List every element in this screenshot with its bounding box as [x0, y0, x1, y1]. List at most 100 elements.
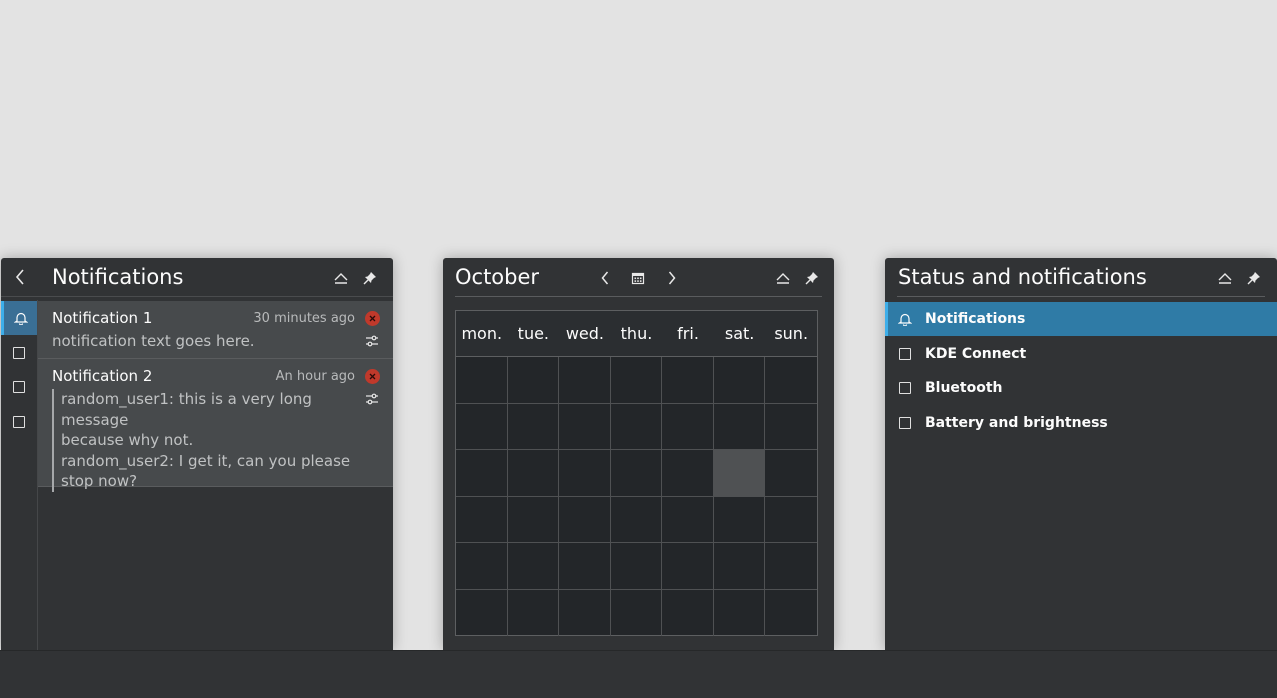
day-cell[interactable]: [662, 403, 714, 450]
day-cell[interactable]: [456, 403, 508, 450]
day-cell[interactable]: [507, 357, 560, 404]
collapse-button[interactable]: [330, 267, 352, 289]
day-cell[interactable]: [765, 357, 817, 404]
back-button[interactable]: [9, 266, 31, 288]
status-item-bluetooth[interactable]: Bluetooth: [885, 371, 1277, 405]
day-cell[interactable]: [713, 450, 766, 497]
day-cell[interactable]: [662, 589, 714, 636]
message-line: random_user2: I get it, can you please: [61, 451, 351, 470]
status-item-kde-connect[interactable]: KDE Connect: [885, 337, 1277, 371]
day-cell[interactable]: [559, 496, 611, 543]
status-item-battery[interactable]: Battery and brightness: [885, 406, 1277, 440]
day-cell[interactable]: [456, 543, 508, 590]
pin-button[interactable]: [801, 267, 823, 289]
day-cell[interactable]: [610, 403, 663, 450]
day-cell[interactable]: [713, 543, 766, 590]
pin-button[interactable]: [359, 267, 381, 289]
day-cell[interactable]: [507, 450, 560, 497]
sidebar-item-2[interactable]: [1, 336, 37, 370]
day-cell[interactable]: [559, 589, 611, 636]
day-cell[interactable]: [507, 543, 560, 590]
bell-icon: [898, 312, 912, 326]
pin-button[interactable]: [1243, 267, 1265, 289]
day-cell[interactable]: [662, 496, 714, 543]
pin-icon: [805, 272, 818, 285]
dismiss-button[interactable]: [365, 311, 380, 326]
day-cell[interactable]: [765, 543, 817, 590]
weekday-label: fri.: [677, 324, 699, 343]
day-cell[interactable]: [662, 450, 714, 497]
day-cell[interactable]: [713, 403, 766, 450]
checkbox-icon: [13, 381, 25, 393]
weekday-label: sat.: [724, 324, 755, 343]
day-cell[interactable]: [765, 497, 817, 543]
day-cell[interactable]: [765, 450, 817, 497]
day-cell[interactable]: [456, 589, 508, 636]
today-button[interactable]: [627, 267, 649, 289]
day-cell[interactable]: [559, 450, 611, 497]
day-cell[interactable]: [610, 543, 663, 590]
day-cell[interactable]: [610, 496, 663, 543]
checkbox-icon: [899, 417, 911, 429]
notification-settings-button[interactable]: [361, 388, 383, 410]
sidebar-item-4[interactable]: [1, 405, 37, 439]
day-cell[interactable]: [610, 357, 663, 404]
day-cell[interactable]: [714, 589, 766, 636]
next-month-button[interactable]: [661, 267, 683, 289]
chevron-right-icon: [668, 271, 676, 285]
notification-settings-button[interactable]: [361, 330, 383, 352]
status-item-label: Battery and brightness: [925, 415, 1108, 431]
day-cell[interactable]: [662, 543, 714, 590]
notification-item[interactable]: Notification 1 30 minutes ago notificati…: [38, 301, 393, 359]
day-cell[interactable]: [713, 496, 766, 543]
day-cell[interactable]: [713, 357, 766, 404]
sidebar-item-3[interactable]: [1, 370, 37, 404]
notification-message-quote: random_user1: this is a very long messag…: [52, 389, 361, 492]
day-cell[interactable]: [559, 357, 611, 404]
day-cell[interactable]: [611, 589, 663, 636]
day-cell[interactable]: [662, 357, 714, 404]
status-item-notifications[interactable]: Notifications: [885, 302, 1277, 336]
day-cell[interactable]: [507, 403, 560, 450]
eject-icon: [1218, 273, 1232, 284]
notification-title: Notification 2: [52, 367, 153, 385]
weekday-label: wed.: [565, 324, 604, 343]
taskbar: [0, 650, 1277, 698]
header-divider: [1, 296, 393, 297]
status-panel: Status and notifications Notifications K…: [885, 258, 1277, 650]
checkbox-icon: [13, 347, 25, 359]
calendar-icon: [631, 272, 645, 285]
pin-icon: [1247, 272, 1260, 285]
weekday-label: tue.: [517, 324, 550, 343]
day-cell[interactable]: [610, 450, 663, 497]
calendar-grid: mon. tue. wed. thu. fri. sat. sun.: [455, 310, 818, 636]
day-cell[interactable]: [507, 496, 560, 543]
notification-item[interactable]: Notification 2 An hour ago random_user1:…: [38, 359, 393, 492]
day-cell[interactable]: [456, 450, 508, 497]
sliders-icon: [366, 393, 378, 405]
sidebar-item-notifications[interactable]: [1, 301, 37, 335]
weekday-label: mon.: [461, 324, 503, 343]
day-cell[interactable]: [765, 590, 817, 637]
day-cell[interactable]: [559, 543, 611, 590]
close-icon: [369, 373, 376, 380]
weekday-header: mon. tue. wed. thu. fri. sat. sun.: [456, 311, 817, 357]
checkbox-icon: [899, 348, 911, 360]
status-item-label: KDE Connect: [925, 346, 1027, 362]
calendar-panel: October mon. tue. wed. thu. fri. sat. su…: [443, 258, 834, 650]
day-cell[interactable]: [559, 403, 611, 450]
month-title: October: [455, 265, 540, 289]
day-cell[interactable]: [508, 589, 560, 636]
message-line: because why not.: [61, 431, 194, 449]
day-cell[interactable]: [765, 404, 817, 450]
dismiss-button[interactable]: [365, 369, 380, 384]
day-cell[interactable]: [456, 357, 508, 404]
collapse-button[interactable]: [1214, 267, 1236, 289]
notifications-panel: Notifications Notification 1 30 minutes …: [1, 258, 393, 650]
header-divider: [455, 296, 822, 297]
collapse-button[interactable]: [772, 267, 794, 289]
eject-icon: [776, 273, 790, 284]
day-cell[interactable]: [456, 496, 508, 543]
checkbox-icon: [899, 382, 911, 394]
previous-month-button[interactable]: [594, 267, 616, 289]
